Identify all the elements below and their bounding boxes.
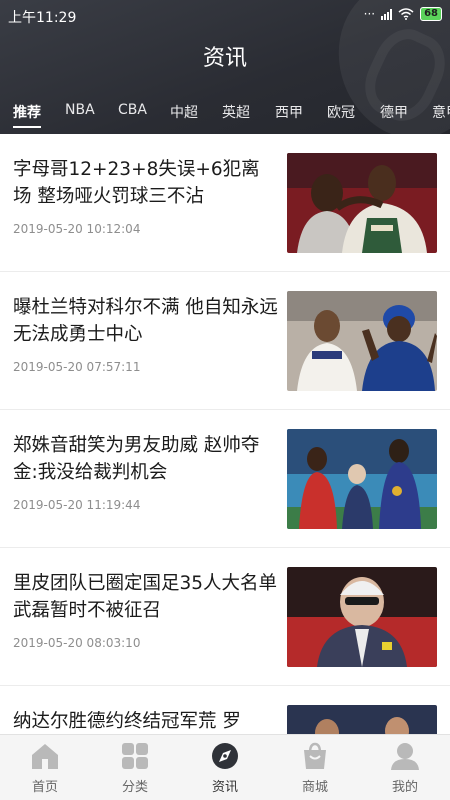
- news-item[interactable]: 曝杜兰特对科尔不满 他自知永远无法成勇士中心 2019-05-20 07:57:…: [0, 272, 450, 410]
- user-icon: [391, 743, 419, 770]
- tab-active-indicator: [13, 126, 41, 128]
- news-item[interactable]: 字母哥12+23+8失误+6犯离场 整场哑火罚球三不沾 2019-05-20 1…: [0, 134, 450, 272]
- compass-icon: [212, 743, 238, 769]
- more-dots-icon: ···: [363, 7, 376, 21]
- wifi-icon: [398, 8, 414, 20]
- tab-nba[interactable]: NBA: [65, 102, 95, 118]
- news-thumbnail: [287, 429, 437, 529]
- nav-shop[interactable]: 商城: [270, 735, 360, 800]
- nav-news[interactable]: 资讯: [180, 735, 270, 800]
- tab-la-liga[interactable]: 西甲: [275, 102, 303, 122]
- news-item[interactable]: 纳达尔胜德约终结冠军荒 罗: [0, 686, 450, 734]
- news-time: 2019-05-20 08:03:10: [13, 636, 141, 650]
- news-title: 曝杜兰特对科尔不满 他自知永远无法成勇士中心: [13, 297, 278, 345]
- status-bar: 上午11:29 ··· 68: [0, 0, 450, 32]
- news-time: 2019-05-20 10:12:04: [13, 222, 141, 236]
- tab-premier-league[interactable]: 英超: [222, 102, 250, 122]
- news-item[interactable]: 郑姝音甜笑为男友助威 赵帅夺金:我没给裁判机会 2019-05-20 11:19…: [0, 410, 450, 548]
- home-icon: [32, 744, 58, 769]
- page-title: 资讯: [202, 46, 247, 71]
- shopping-bag-icon: [304, 742, 326, 769]
- nav-home[interactable]: 首页: [0, 735, 90, 800]
- tab-label: 推荐: [13, 105, 41, 121]
- news-list: 字母哥12+23+8失误+6犯离场 整场哑火罚球三不沾 2019-05-20 1…: [0, 134, 450, 734]
- news-item[interactable]: 里皮团队已圈定国足35人大名单 武磊暂时不被征召 2019-05-20 08:0…: [0, 548, 450, 686]
- tab-cba[interactable]: CBA: [118, 102, 147, 118]
- news-thumbnail: [287, 705, 437, 734]
- bottom-nav: 首页 分类 资讯 商城 我的: [0, 734, 450, 800]
- status-time: 上午11:29: [8, 10, 77, 26]
- header: 上午11:29 ··· 68 资讯 推荐 NBA CBA 中超 英超 西甲 欧冠…: [0, 0, 450, 134]
- category-tabs: 推荐 NBA CBA 中超 英超 西甲 欧冠 德甲 意甲: [0, 102, 450, 130]
- nav-profile[interactable]: 我的: [360, 735, 450, 800]
- news-title: 里皮团队已圈定国足35人大名单 武磊暂时不被征召: [13, 573, 278, 621]
- tab-serie-a[interactable]: 意甲: [432, 102, 450, 122]
- status-icons: ··· 68: [364, 7, 442, 21]
- tab-champions-league[interactable]: 欧冠: [327, 102, 355, 122]
- news-time: 2019-05-20 11:19:44: [13, 498, 141, 512]
- news-title: 郑姝音甜笑为男友助威 赵帅夺金:我没给裁判机会: [13, 435, 260, 483]
- nav-label: 资讯: [211, 780, 238, 795]
- news-title: 纳达尔胜德约终结冠军荒 罗: [13, 711, 241, 732]
- grid-icon: [122, 743, 148, 769]
- tab-recommend[interactable]: 推荐: [13, 102, 41, 128]
- nav-category[interactable]: 分类: [90, 735, 180, 800]
- nav-label: 我的: [391, 780, 418, 795]
- news-title: 字母哥12+23+8失误+6犯离场 整场哑火罚球三不沾: [13, 159, 260, 207]
- signal-icon: [381, 8, 393, 20]
- nav-label: 首页: [31, 780, 58, 795]
- news-time: 2019-05-20 07:57:11: [13, 360, 141, 374]
- news-thumbnail: [287, 567, 437, 667]
- tab-bundesliga[interactable]: 德甲: [380, 102, 408, 122]
- battery-indicator: 68: [420, 7, 442, 21]
- nav-label: 商城: [301, 780, 328, 795]
- news-thumbnail: [287, 153, 437, 253]
- tab-csl[interactable]: 中超: [170, 102, 198, 122]
- nav-label: 分类: [121, 780, 148, 795]
- news-thumbnail: [287, 291, 437, 391]
